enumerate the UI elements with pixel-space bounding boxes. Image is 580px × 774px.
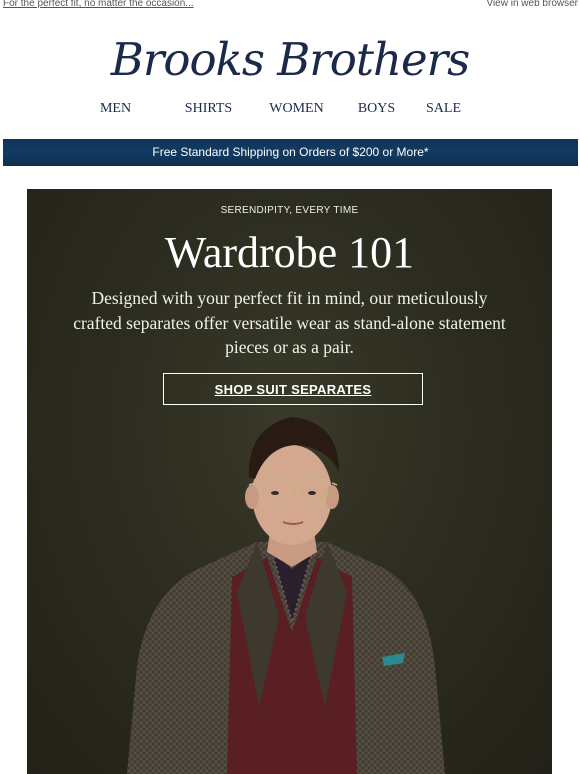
hero-section: SERENDIPITY, EVERY TIME Wardrobe 101 Des… [27,189,552,774]
nav-item-men[interactable]: MEN [83,101,149,121]
model-photo[interactable] [27,417,552,774]
preheader-link[interactable]: For the perfect fit, no matter the occas… [3,0,194,10]
brand-logo[interactable]: Brooks Brothers [0,32,580,88]
main-nav: MEN SHIRTS WOMEN BOYS SALE [0,101,580,121]
nav-item-shirts[interactable]: SHIRTS [171,101,247,121]
nav-item-sale[interactable]: SALE [424,101,464,121]
top-bar: For the perfect fit, no matter the occas… [0,0,580,14]
hero-body: Designed with your perfect fit in mind, … [73,288,506,357]
hero-eyebrow: SERENDIPITY, EVERY TIME [220,205,359,216]
shop-suit-separates-button[interactable]: SHOP SUIT SEPARATES [163,373,423,405]
view-in-browser-link[interactable]: View in web browser [486,0,578,10]
shipping-banner[interactable]: Free Standard Shipping on Orders of $200… [3,139,578,166]
nav-item-women[interactable]: WOMEN [262,101,332,121]
nav-item-boys[interactable]: BOYS [352,101,402,121]
hero-headline: Wardrobe 101 [164,228,415,277]
